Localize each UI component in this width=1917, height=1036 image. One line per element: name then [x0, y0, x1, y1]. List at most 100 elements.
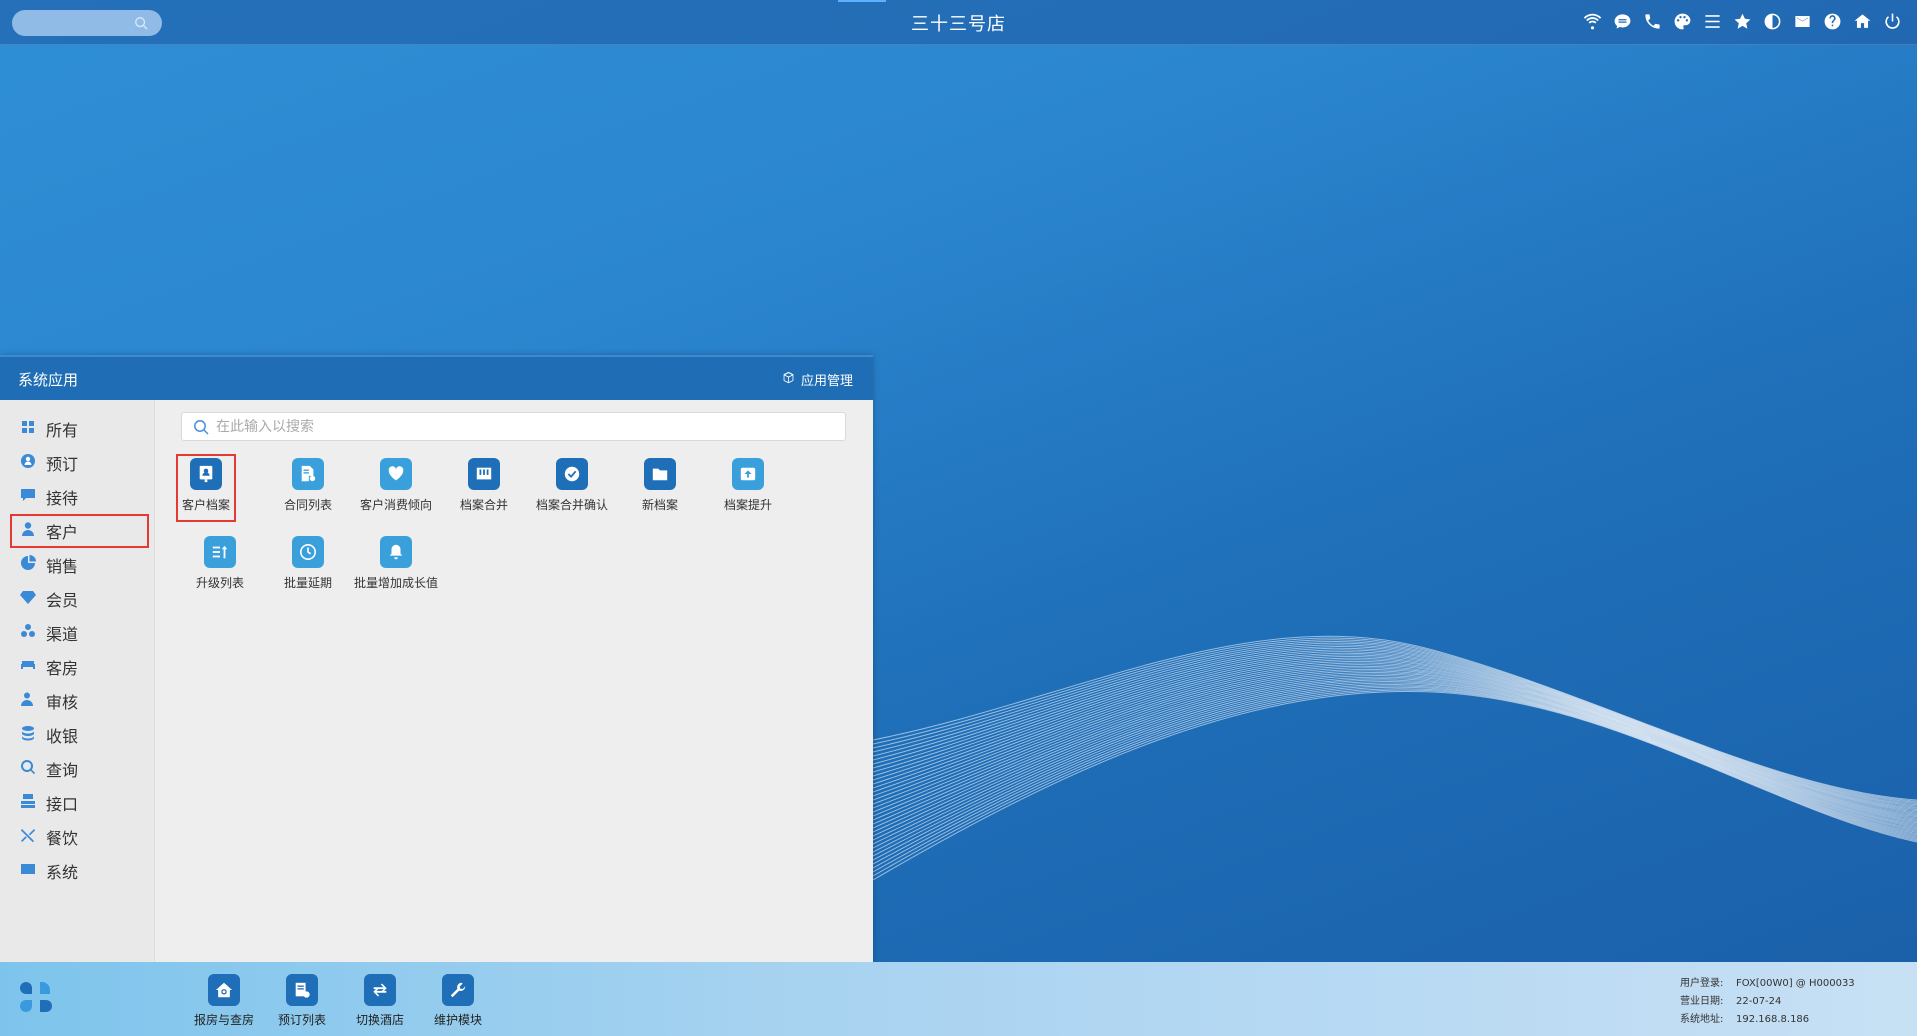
system-apps-panel: 系统应用 应用管理 所有预订接待客户销售会员渠道客房审核收银查询接口餐饮系统 客…: [0, 355, 873, 962]
start-menu-button[interactable]: [16, 978, 56, 1018]
app-manage-label: 应用管理: [800, 374, 853, 389]
sidebar-item-label: 审核: [46, 693, 79, 712]
app-manage-button[interactable]: 应用管理: [782, 370, 853, 389]
palette-icon[interactable]: [1672, 11, 1693, 32]
phone-icon[interactable]: [1642, 11, 1663, 32]
taskbar: 报房与查房 预订列表 切换酒店 维护模块 用户登录: FOX[00W0] @ H0000…: [0, 962, 1917, 1036]
app-label: 档案合并确认: [535, 498, 608, 512]
sales-icon: [20, 555, 36, 575]
star-icon[interactable]: [1732, 11, 1753, 32]
sidebar-item-label: 接待: [46, 489, 79, 508]
app-search-box[interactable]: [181, 412, 846, 441]
wave-line: [873, 671, 1917, 829]
menu-icon[interactable]: [1702, 11, 1723, 32]
dining-icon: [20, 827, 36, 847]
user-login-label: 用户登录:: [1680, 978, 1724, 989]
sidebar-item-label: 销售: [46, 557, 79, 576]
category-sidebar: 所有预订接待客户销售会员渠道客房审核收银查询接口餐饮 系统: [0, 400, 155, 962]
folder-icon: [644, 458, 676, 490]
app-tile-6[interactable]: 档案提升: [704, 454, 792, 522]
wave-line: [873, 665, 1917, 823]
power-icon[interactable]: [1882, 11, 1903, 32]
room-icon: [20, 657, 36, 677]
business-date-label: 营业日期:: [1680, 996, 1724, 1007]
app-search-input[interactable]: [216, 416, 836, 438]
app-tile-9[interactable]: 批量增加成长值: [352, 532, 440, 600]
home-icon[interactable]: [1852, 11, 1873, 32]
top-toolbar: [1582, 11, 1903, 32]
mail-icon[interactable]: [1792, 11, 1813, 32]
customer-profile-icon: [190, 458, 222, 490]
app-tile-3[interactable]: 档案合并: [440, 454, 528, 522]
sidebar-item-6[interactable]: 渠道: [0, 616, 154, 650]
taskbar-app-1[interactable]: 预订列表: [266, 974, 338, 1028]
wave-line: [873, 679, 1917, 849]
sidebar-item-11[interactable]: 接口: [0, 786, 154, 820]
wave-line: [873, 678, 1917, 845]
app-label: 批量延期: [283, 576, 332, 590]
start-grid-icon: [20, 982, 52, 1012]
sidebar-item-label: 收银: [46, 727, 79, 746]
wave-line: [873, 675, 1917, 837]
app-label: 客户消费倾向: [359, 498, 432, 512]
sidebar-item-12[interactable]: 餐饮: [0, 820, 154, 854]
sidebar-item-3[interactable]: 客户: [10, 514, 149, 548]
sidebar-item-label: 查询: [46, 761, 79, 780]
sidebar-item-8[interactable]: 审核: [0, 684, 154, 718]
upgrade-box-icon: [732, 458, 764, 490]
app-tile-2[interactable]: 客户消费倾向: [352, 454, 440, 522]
sidebar-item-1[interactable]: 预订: [0, 446, 154, 480]
taskbar-apps: 报房与查房 预订列表 切换酒店 维护模块: [188, 974, 494, 1028]
contrast-icon[interactable]: [1762, 11, 1783, 32]
help-icon[interactable]: [1822, 11, 1843, 32]
wave-line: [873, 668, 1917, 825]
sidebar-item-0[interactable]: 所有: [0, 412, 154, 446]
system-address-label: 系统地址:: [1680, 1014, 1724, 1025]
query-icon: [20, 759, 36, 779]
sidebar-item-7[interactable]: 客房: [0, 650, 154, 684]
channel-icon: [20, 623, 36, 643]
panel-header: 系统应用 应用管理: [0, 355, 873, 400]
sidebar-item-2[interactable]: 接待: [0, 480, 154, 514]
app-label: 批量增加成长值: [353, 576, 438, 590]
app-label: 新档案: [641, 498, 678, 512]
sidebar-item-label: 接口: [46, 795, 79, 814]
taskbar-app-label: 报房与查房: [193, 1013, 254, 1027]
clock-icon: [292, 536, 324, 568]
app-tile-0[interactable]: 客户档案: [176, 454, 236, 522]
chat-icon[interactable]: [1612, 11, 1633, 32]
search-icon: [193, 419, 209, 439]
sidebar-item-label: 客房: [46, 659, 79, 678]
app-label: 客户档案: [181, 498, 230, 512]
grid-icon: [20, 419, 36, 439]
app-label: 档案提升: [723, 498, 772, 512]
check-icon: [556, 458, 588, 490]
taskbar-app-2[interactable]: 切换酒店: [344, 974, 416, 1028]
app-tile-4[interactable]: 档案合并确认: [528, 454, 616, 522]
wrench-icon: [442, 974, 474, 1006]
sidebar-item-13[interactable]: 系统: [0, 854, 154, 888]
sidebar-item-10[interactable]: 查询: [0, 752, 154, 786]
switch-icon: [364, 974, 396, 1006]
member-icon: [20, 589, 36, 609]
wave-line: [873, 673, 1917, 833]
app-tile-1[interactable]: 合同列表: [264, 454, 352, 522]
sidebar-item-5[interactable]: 会员: [0, 582, 154, 616]
sidebar-item-4[interactable]: 销售: [0, 548, 154, 582]
sidebar-item-label: 预订: [46, 455, 79, 474]
app-tile-8[interactable]: 批量延期: [264, 532, 352, 600]
taskbar-app-3[interactable]: 维护模块: [422, 974, 494, 1028]
sidebar-item-label: 会员: [46, 591, 79, 610]
wifi-icon[interactable]: [1582, 11, 1603, 32]
app-tile-7[interactable]: 升级列表: [176, 532, 264, 600]
system-address-value: 192.168.8.186: [1736, 1014, 1810, 1025]
system-icon: [20, 861, 36, 881]
taskbar-app-0[interactable]: 报房与查房: [188, 974, 260, 1028]
wave-decoration: [873, 635, 1917, 881]
business-date-value: 22-07-24: [1736, 996, 1782, 1007]
sidebar-item-9[interactable]: 收银: [0, 718, 154, 752]
app-tile-5[interactable]: 新档案: [616, 454, 704, 522]
app-label: 档案合并: [459, 498, 508, 512]
interface-icon: [20, 793, 36, 813]
wave-line: [873, 664, 1917, 821]
